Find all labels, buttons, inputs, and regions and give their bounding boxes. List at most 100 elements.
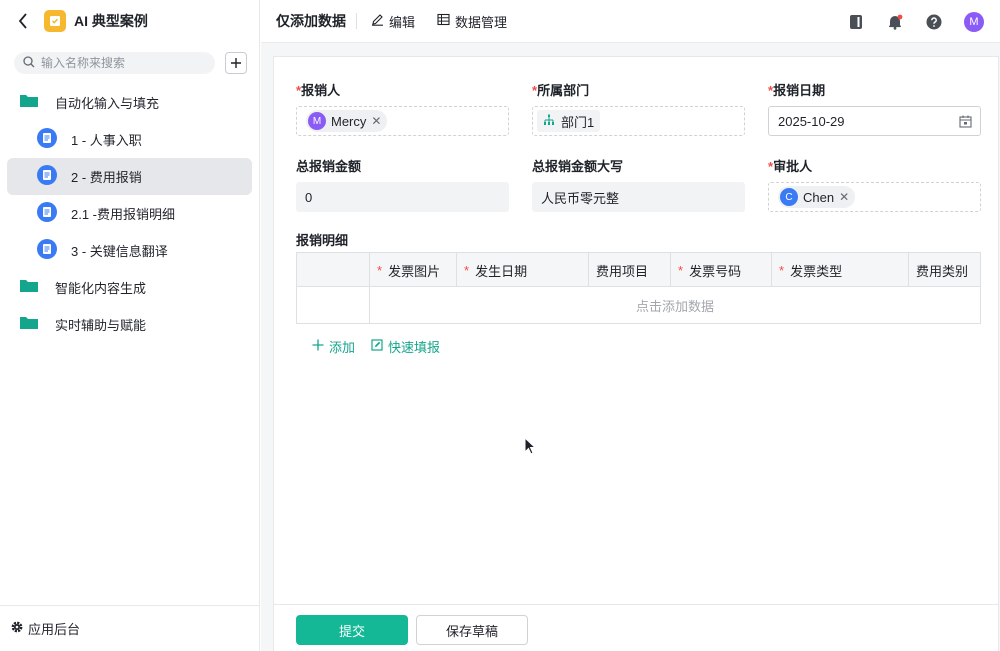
document-icon [37,239,57,262]
form-footer: 提交 保存草稿 [274,604,998,651]
total-amount-label: 总报销金额 [296,159,362,174]
folder-icon [19,278,39,297]
add-row-button[interactable]: 添加 [312,337,355,356]
quick-fill-label: 快速填报 [388,340,441,355]
sidebar-item-label: 1 - 人事入职 [71,133,142,148]
add-row-label: 添加 [329,340,356,355]
bell-icon[interactable] [886,13,904,31]
department-field: *所属部门 部门1 [532,80,745,136]
edit-label: 编辑 [389,14,416,30]
date-value: 2025-10-29 [778,113,845,129]
quick-fill-icon [371,339,383,354]
help-icon[interactable] [925,13,943,31]
reimburser-select[interactable]: M Mercy ✕ [296,106,509,136]
notebook-icon[interactable] [847,13,865,31]
data-manage-button[interactable]: 数据管理 [437,12,507,31]
table-row: 点击添加数据 [297,287,980,323]
user-chip: M Mercy ✕ [306,110,388,132]
search-icon [23,55,35,71]
sidebar-folder-assist[interactable]: 实时辅助与赋能 [7,306,252,343]
sidebar-item-expense[interactable]: 2 - 费用报销 [7,158,252,195]
detail-table-label: 报销明细 [296,233,349,248]
table-header-cell: * 发票号码 [671,253,772,287]
approver-label: 审批人 [773,159,813,174]
sidebar: AI 典型案例 自动化输入与填充 1 - 人事入职 2 - 费用报销 2.1 -… [0,0,260,651]
table-actions: 添加 快速填报 [312,337,456,356]
table-header: * 发票图片 * 发生日期 费用项目 * 发票号码 * 发票类型 费用类别 [297,253,980,287]
document-icon [37,128,57,151]
folder-icon [19,315,39,334]
sidebar-item-translation[interactable]: 3 - 关键信息翻译 [7,232,252,269]
quick-fill-button[interactable]: 快速填报 [371,337,440,356]
user-chip-name: Mercy [331,113,367,129]
folder-icon [19,93,39,112]
app-title: AI 典型案例 [74,13,148,29]
date-label: 报销日期 [773,83,826,98]
sidebar-search-row [0,42,259,74]
table-header-cell: 费用项目 [589,253,671,287]
sidebar-item-label: 智能化内容生成 [55,281,147,296]
approver-select[interactable]: C Chen ✕ [768,182,981,212]
table-row-index [297,287,370,323]
table-header-cell: * 发票图片 [370,253,457,287]
form-card: *报销人 M Mercy ✕ *所属部门 部门1 *报销日期 2025-10-2… [273,56,999,651]
total-amount-upper-field: 总报销金额大写 人民币零元整 [532,156,745,212]
add-data-placeholder[interactable]: 点击添加数据 [370,287,980,323]
department-chip-name: 部门1 [561,114,595,130]
back-arrow-icon[interactable] [14,12,32,30]
edit-button[interactable]: 编辑 [371,12,415,31]
user-chip: C Chen ✕ [778,186,856,208]
table-header-cell: 费用类别 [916,263,969,279]
total-amount-value: 0 [305,189,313,205]
submit-button[interactable]: 提交 [296,615,408,645]
detail-table: * 发票图片 * 发生日期 费用项目 * 发票号码 * 发票类型 费用类别 点击添加数据 [296,252,981,324]
date-picker[interactable]: 2025-10-29 [768,106,981,136]
sidebar-folder-automation[interactable]: 自动化输入与填充 [7,84,252,121]
document-icon [37,202,57,225]
divider [356,13,357,29]
reimburser-label: 报销人 [301,83,341,98]
app-admin-link[interactable]: 应用后台 [0,605,259,651]
calendar-icon[interactable] [959,115,972,131]
department-chip: 部门1 [537,110,601,132]
document-icon [37,165,57,188]
pencil-icon [371,13,384,29]
add-item-button[interactable] [225,52,247,74]
data-manage-label: 数据管理 [455,14,508,30]
total-amount-field: 总报销金额 0 [296,156,509,212]
sidebar-folder-content-gen[interactable]: 智能化内容生成 [7,269,252,306]
user-chip-name: Chen [803,189,835,205]
plus-icon [312,339,324,354]
approver-field: *审批人 C Chen ✕ [768,156,981,212]
topbar-actions: M [826,0,984,43]
sidebar-search[interactable] [14,52,215,74]
remove-chip-icon[interactable]: ✕ [371,114,381,128]
sidebar-item-label: 2.1 -费用报销明细 [71,207,176,222]
total-amount-upper-value-box: 人民币零元整 [532,182,745,212]
sidebar-item-label: 3 - 关键信息翻译 [71,244,168,259]
total-amount-upper-label: 总报销金额大写 [532,159,624,174]
sidebar-item-expense-detail[interactable]: 2.1 -费用报销明细 [7,195,252,232]
page-title: 仅添加数据 [276,13,346,29]
sidebar-item-label: 2 - 费用报销 [71,170,142,185]
sidebar-item-label: 实时辅助与赋能 [55,318,147,333]
sidebar-item-onboarding[interactable]: 1 - 人事入职 [7,121,252,158]
total-amount-upper-value: 人民币零元整 [541,190,620,206]
topbar: 仅添加数据 编辑 数据管理 M [261,0,1000,43]
user-avatar[interactable]: M [964,11,984,32]
search-input[interactable] [41,56,191,70]
gear-icon [10,620,24,637]
sidebar-item-label: 自动化输入与填充 [55,96,160,111]
app-admin-label: 应用后台 [28,622,81,637]
table-header-cell: * 发生日期 [457,253,589,287]
total-amount-value-box: 0 [296,182,509,212]
save-draft-button[interactable]: 保存草稿 [416,615,528,645]
table-icon [437,13,450,29]
remove-chip-icon[interactable]: ✕ [839,190,849,204]
department-label: 所属部门 [537,83,590,98]
main-area: *报销人 M Mercy ✕ *所属部门 部门1 *报销日期 2025-10-2… [261,43,1000,651]
app-logo-icon [44,10,66,32]
date-field: *报销日期 2025-10-29 [768,80,981,136]
department-select[interactable]: 部门1 [532,106,745,136]
avatar: M [308,112,326,130]
